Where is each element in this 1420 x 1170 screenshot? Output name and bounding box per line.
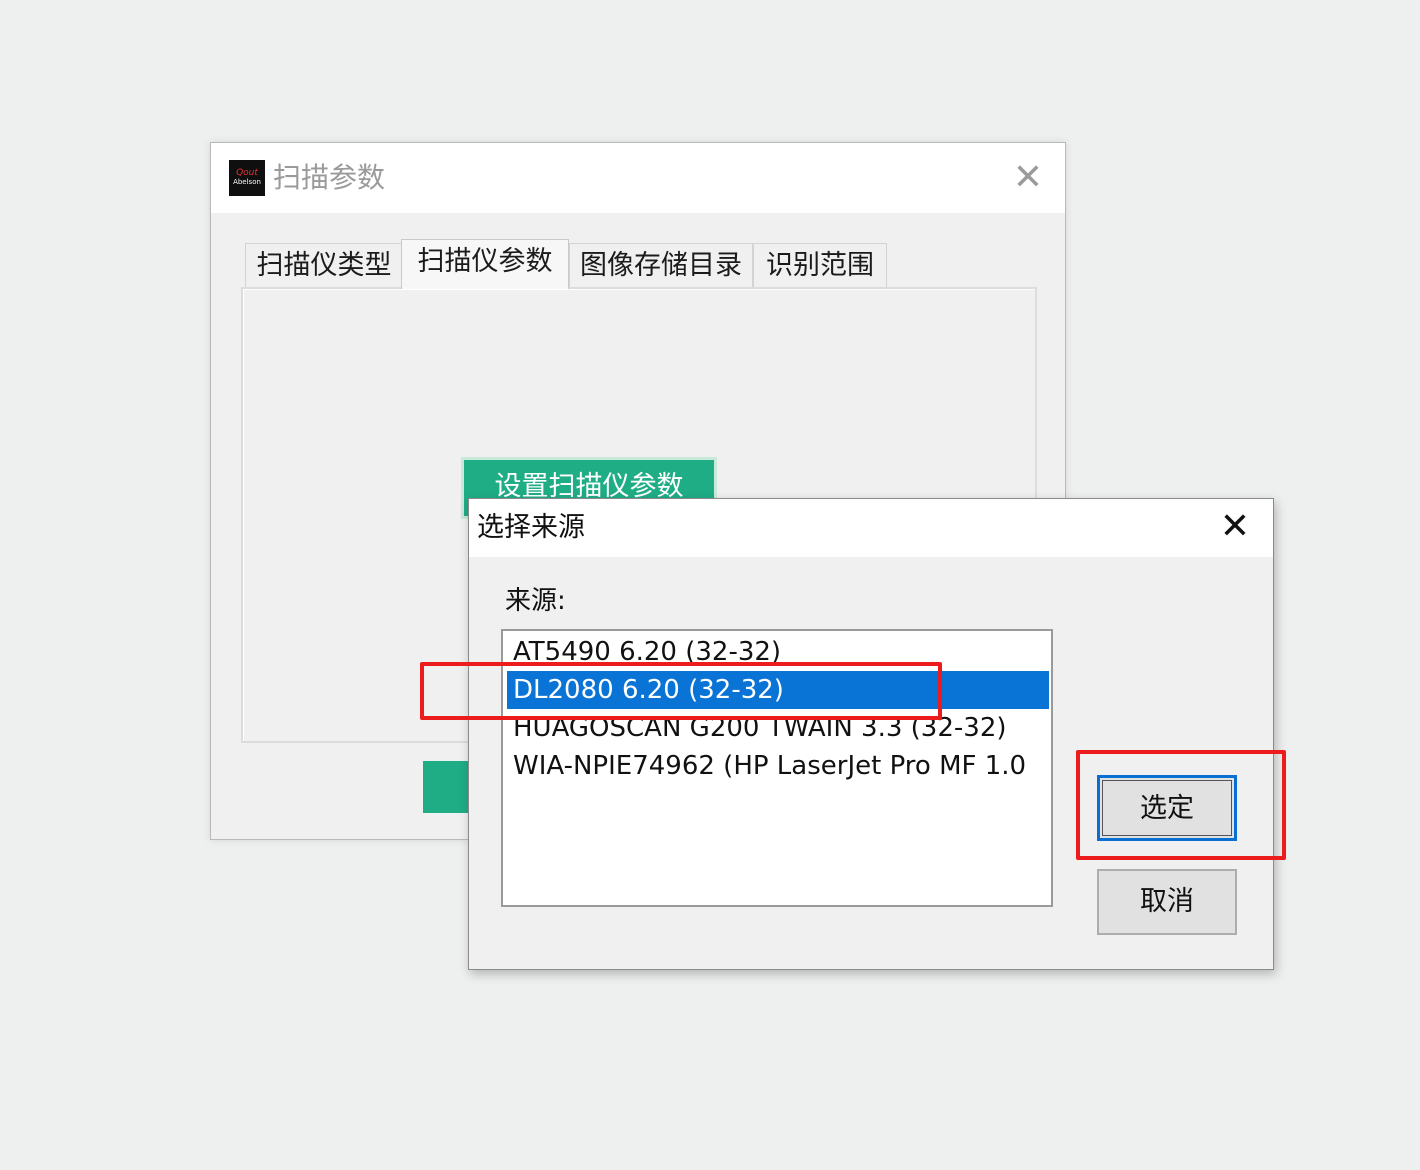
highlight-selected-source (420, 662, 942, 720)
source-label: 来源: (505, 586, 566, 616)
dialog-title-bar[interactable]: 选择来源 ✕ (469, 499, 1273, 557)
highlight-select-button (1076, 750, 1286, 860)
source-item[interactable]: WIA-NPIE74962 (HP LaserJet Pro MF 1.0 (507, 747, 1049, 785)
app-logo-icon: Qout Abelson (229, 160, 265, 196)
tab-scanner-params[interactable]: 扫描仪参数 (401, 239, 569, 289)
tab-image-directory[interactable]: 图像存储目录 (569, 243, 753, 287)
dialog-title: 选择来源 (477, 512, 585, 543)
title-bar[interactable]: Qout Abelson 扫描参数 ✕ (211, 143, 1065, 213)
close-icon[interactable]: ✕ (1011, 160, 1045, 196)
cancel-button[interactable]: 取消 (1097, 869, 1237, 935)
tab-scanner-type[interactable]: 扫描仪类型 (245, 243, 403, 287)
select-source-dialog: 选择来源 ✕ 来源: AT5490 6.20 (32-32) DL2080 6.… (468, 498, 1274, 970)
tab-recognition-range[interactable]: 识别范围 (753, 243, 887, 287)
window-title: 扫描参数 (273, 161, 386, 194)
close-icon[interactable]: ✕ (1217, 509, 1253, 545)
